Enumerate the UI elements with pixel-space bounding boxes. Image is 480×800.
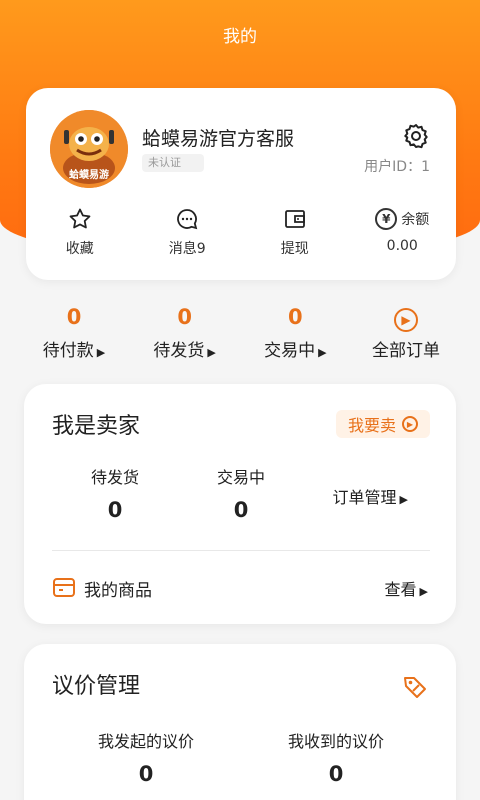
triangle-right-icon: ▶ — [419, 585, 428, 598]
messages-button[interactable]: 消息9 — [142, 206, 232, 266]
withdraw-label: 提现 — [280, 241, 309, 257]
order-pending-payment[interactable]: 0 待付款 ▶ — [24, 302, 124, 366]
page-title: 我的 — [223, 27, 257, 47]
balance-button[interactable]: ¥ 余额 0.00 — [357, 206, 447, 266]
verification-badge: 未认证 — [142, 154, 204, 172]
bargain-stat-value: 0 — [328, 762, 344, 786]
bargain-title: 议价管理 — [52, 674, 141, 699]
circle-arrow-right-icon: ▶ — [402, 416, 418, 432]
seller-stat-label: 待发货 — [90, 468, 139, 487]
avatar-logo-text: 蛤蟆易游 — [69, 168, 109, 181]
order-count: 0 — [66, 305, 82, 329]
seller-card: 我是卖家 我要卖 ▶ 待发货 0 交易中 0 订单管理 ▶ 我的商品 查看 ▶ — [24, 384, 456, 624]
triangle-right-icon: ▶ — [207, 346, 216, 359]
star-icon — [35, 206, 125, 232]
bargain-stat-value: 0 — [138, 762, 154, 786]
order-all[interactable]: ▶ 全部订单 — [356, 302, 456, 366]
bargain-received[interactable]: 我收到的议价 0 — [256, 728, 416, 786]
sell-button-label: 我要卖 — [347, 416, 396, 435]
balance-value: 0.00 — [386, 238, 418, 254]
seller-in-transaction[interactable]: 交易中 0 — [186, 464, 296, 522]
my-goods-label: 我的商品 — [84, 581, 152, 601]
sell-button[interactable]: 我要卖 ▶ — [335, 410, 430, 438]
order-label: 交易中 — [264, 341, 316, 361]
balance-label: 余额 — [401, 212, 430, 228]
bargain-card: 议价管理 我发起的议价 0 我收到的议价 0 — [24, 644, 456, 800]
order-count: 0 — [177, 305, 192, 329]
message-icon — [142, 206, 232, 232]
yen-icon: ¥ — [375, 208, 398, 230]
wallet-icon — [250, 206, 340, 232]
favorites-label: 收藏 — [65, 241, 94, 257]
order-in-transaction[interactable]: 0 交易中 ▶ — [245, 302, 345, 366]
favorites-button[interactable]: 收藏 — [35, 206, 125, 266]
price-tag-icon[interactable] — [402, 674, 428, 700]
seller-title: 我是卖家 — [52, 414, 141, 439]
gear-icon[interactable] — [402, 122, 430, 150]
profile-name: 蛤蟆易游官方客服 — [142, 128, 295, 150]
bargain-initiated[interactable]: 我发起的议价 0 — [66, 728, 226, 786]
triangle-right-icon: ▶ — [399, 493, 408, 506]
box-icon — [52, 576, 76, 598]
circle-arrow-right-icon: ▶ — [393, 308, 418, 332]
order-label: 待发货 — [153, 341, 205, 361]
order-management-link[interactable]: 订单管理 ▶ — [333, 484, 408, 508]
order-label: 待付款 — [42, 341, 94, 361]
bargain-stat-label: 我发起的议价 — [97, 732, 194, 751]
seller-stat-value: 0 — [233, 498, 249, 522]
view-link[interactable]: 查看 — [385, 580, 417, 599]
triangle-right-icon: ▶ — [96, 346, 106, 359]
order-pending-shipment[interactable]: 0 待发货 ▶ — [135, 302, 235, 366]
user-id: 用户ID：1 — [364, 159, 430, 175]
messages-label: 消息9 — [168, 241, 206, 257]
order-count: 0 — [288, 305, 303, 329]
divider — [52, 550, 430, 551]
order-label: 全部订单 — [371, 341, 440, 361]
bargain-stat-label: 我收到的议价 — [287, 732, 384, 751]
seller-stat-label: 交易中 — [216, 468, 265, 487]
avatar[interactable]: 蛤蟆易游 — [50, 110, 128, 188]
profile-card: 蛤蟆易游 蛤蟆易游官方客服 未认证 用户ID：1 收藏 消息9 提现 ¥ 余额 … — [26, 88, 456, 280]
seller-pending-shipment[interactable]: 待发货 0 — [60, 464, 170, 522]
order-management-label: 订单管理 — [332, 488, 397, 507]
triangle-right-icon: ▶ — [318, 346, 327, 359]
orders-row: 0 待付款 ▶ 0 待发货 ▶ 0 交易中 ▶ ▶ 全部订单 — [24, 302, 456, 366]
my-goods-row[interactable]: 我的商品 查看 ▶ — [52, 574, 428, 602]
withdraw-button[interactable]: 提现 — [250, 206, 340, 266]
seller-stat-value: 0 — [107, 498, 123, 522]
